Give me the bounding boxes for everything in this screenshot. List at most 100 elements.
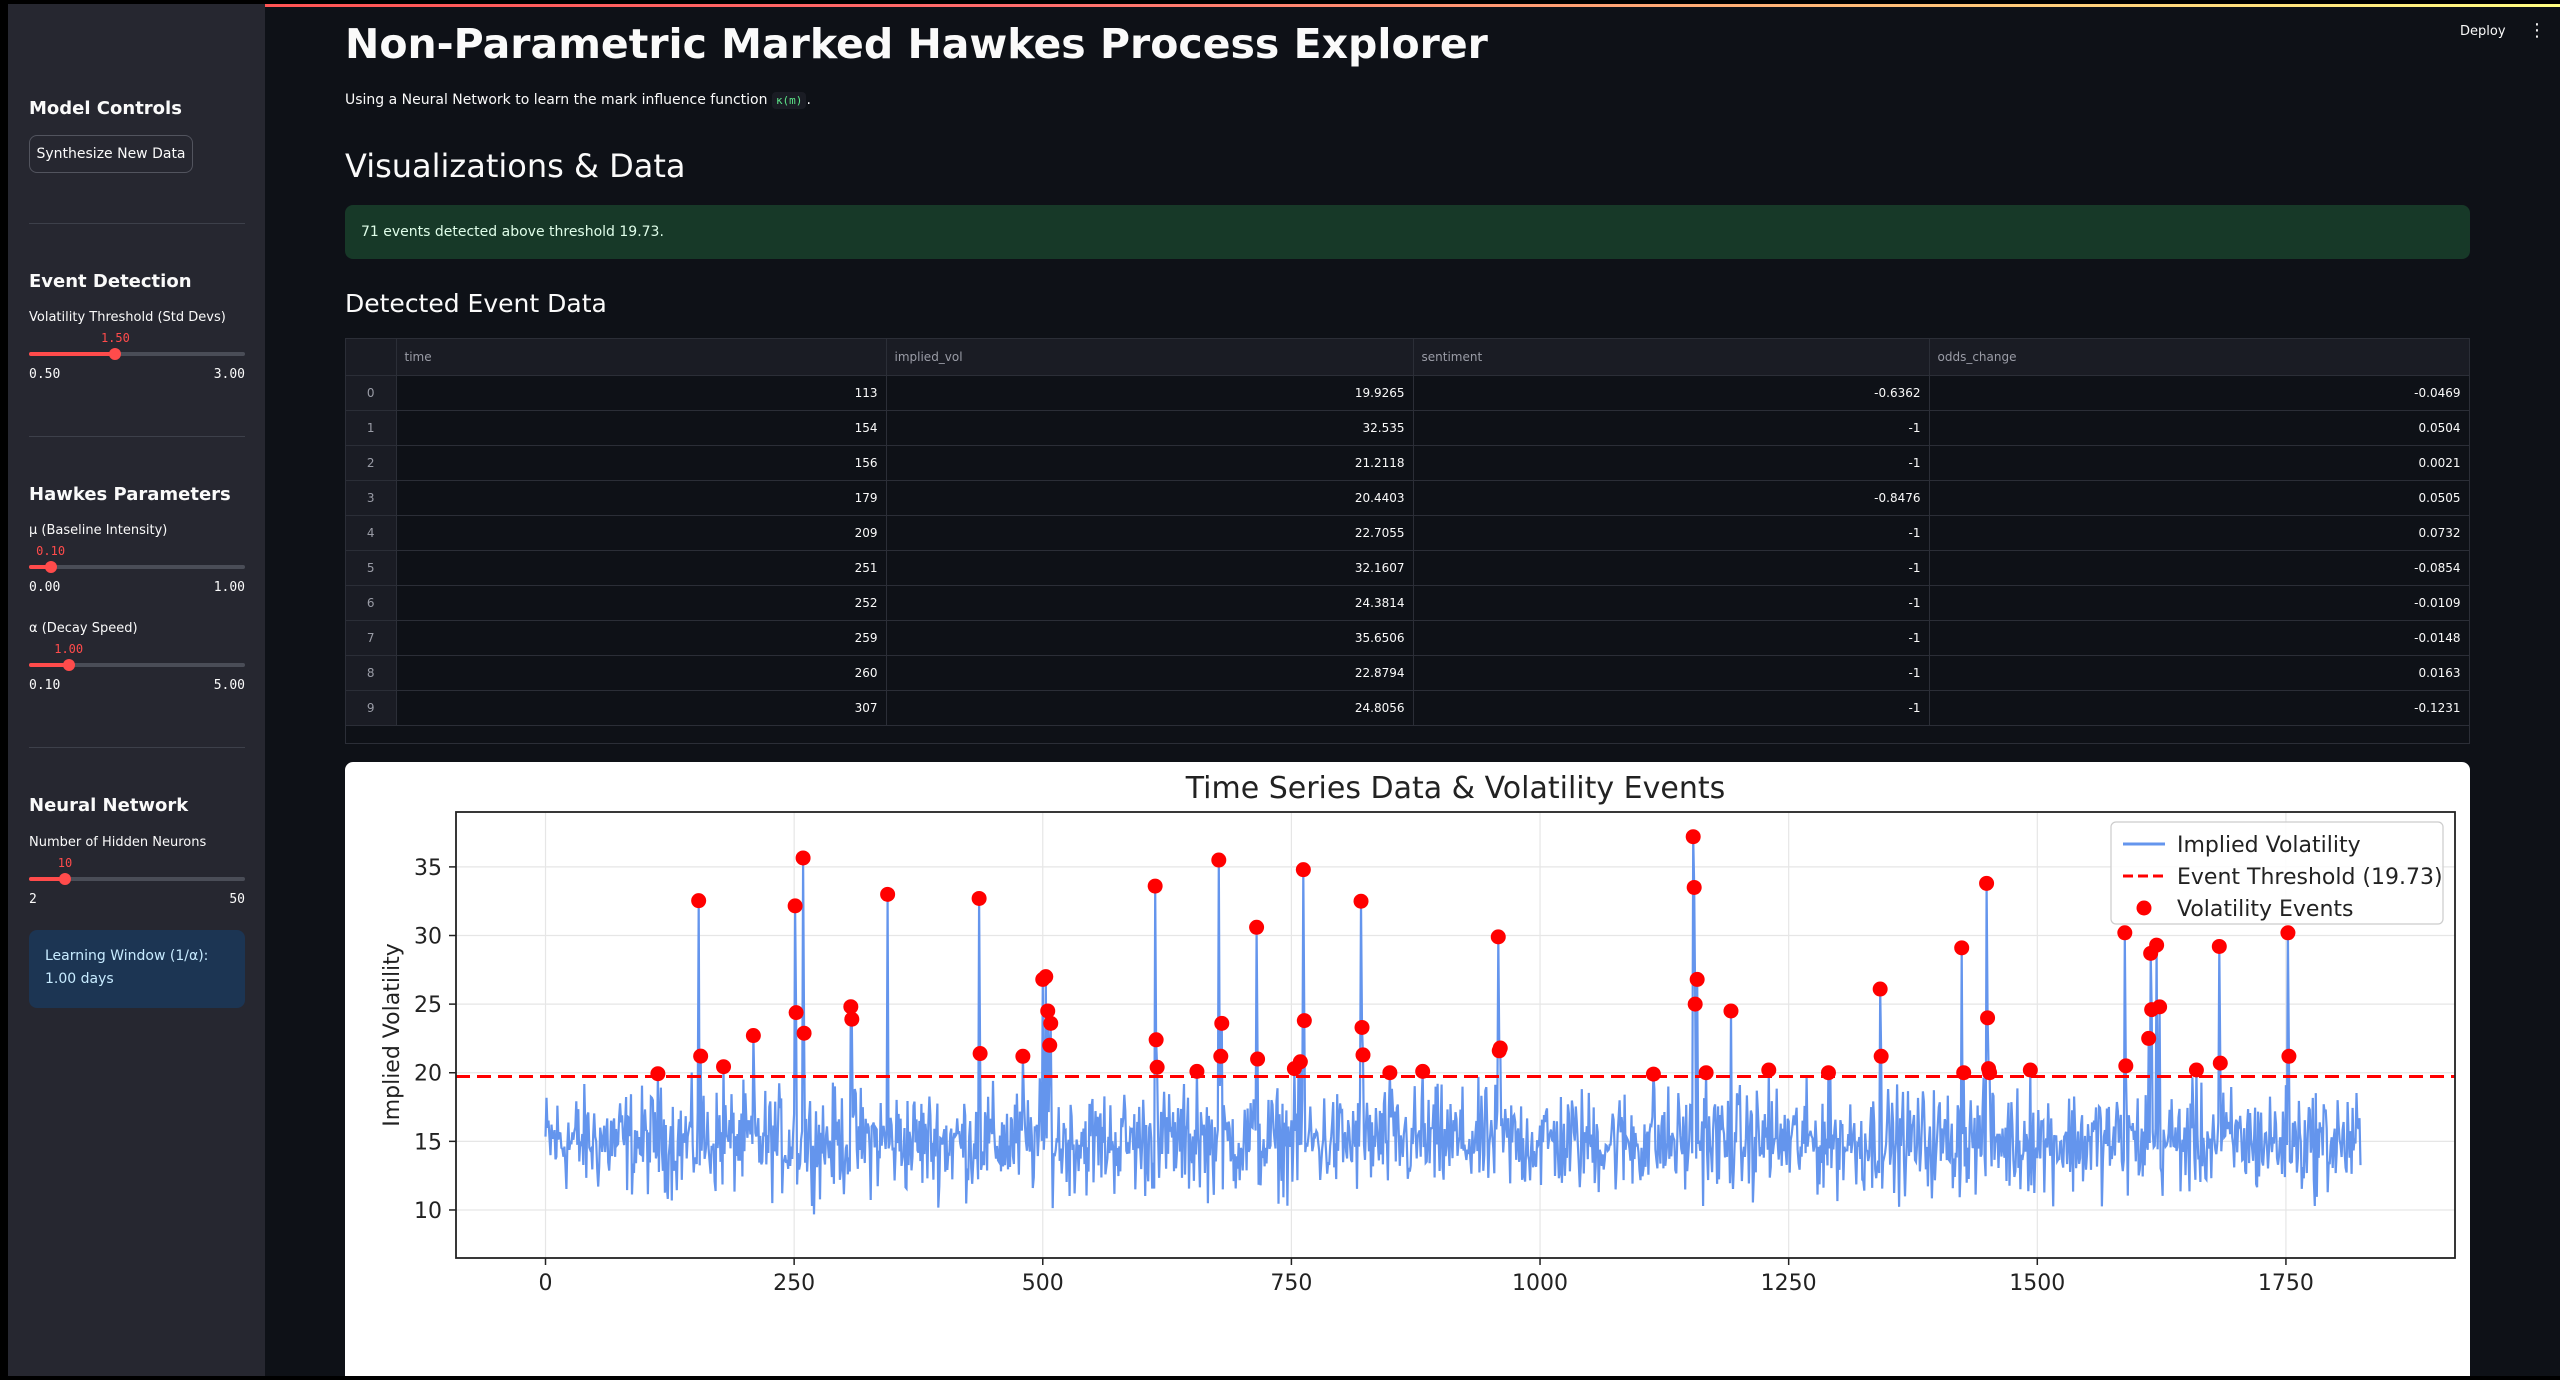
volatility-event-point xyxy=(2188,1062,2204,1078)
table-row[interactable]: 3 179 20.4403 -0.8476 0.0505 xyxy=(346,480,2469,516)
volatility-threshold-slider[interactable]: 1.50 0.50 3.00 xyxy=(29,331,245,382)
y-tick-label: 35 xyxy=(414,856,442,881)
x-tick-label: 750 xyxy=(1270,1271,1312,1296)
chart-title: Time Series Data & Volatility Events xyxy=(1185,771,1726,806)
volatility-event-point xyxy=(1295,862,1311,878)
y-tick-label: 25 xyxy=(414,993,442,1018)
table-cell: 21.2118 xyxy=(886,445,1414,481)
volatility-event-point xyxy=(1355,1047,1371,1063)
volatility-event-point xyxy=(795,850,811,866)
volatility-event-point xyxy=(1214,1015,1230,1031)
legend-point-swatch xyxy=(2136,900,2152,916)
table-cell: 22.7055 xyxy=(886,515,1414,551)
slider-value: 1.00 xyxy=(54,642,84,656)
volatility-event-point xyxy=(1211,852,1227,868)
table-row[interactable]: 9 307 24.8056 -1 -0.1231 xyxy=(346,690,2469,726)
time-series-chart: 0 250 500 750 1000 1250 1500 1750 10 15 20 25 30 35 Ti… xyxy=(345,762,2470,1376)
column-header[interactable]: implied_vol xyxy=(886,339,1414,376)
table-row[interactable]: 2 156 21.2118 -1 0.0021 xyxy=(346,445,2469,481)
volatility-event-point xyxy=(972,1046,988,1062)
slider-thumb[interactable] xyxy=(59,873,71,885)
info-line-1: Learning Window (1/α): xyxy=(45,948,209,964)
page-subtitle: Using a Neural Network to learn the mark… xyxy=(345,92,811,109)
row-index: 5 xyxy=(346,550,397,586)
table-cell: -0.6362 xyxy=(1413,375,1930,411)
volatility-event-point xyxy=(1250,1051,1266,1067)
subtitle-end: . xyxy=(806,92,811,108)
table-row[interactable]: 1 154 32.535 -1 0.0504 xyxy=(346,410,2469,446)
table-row[interactable]: 7 259 35.6506 -1 -0.0148 xyxy=(346,620,2469,656)
detected-event-heading: Detected Event Data xyxy=(345,289,607,318)
table-cell: -1 xyxy=(1413,585,1930,621)
table-cell: 156 xyxy=(396,445,887,481)
volatility-event-point xyxy=(1490,929,1506,945)
table-cell: 252 xyxy=(396,585,887,621)
implied-volatility-series xyxy=(544,836,2362,1215)
model-controls-heading: Model Controls xyxy=(29,98,182,119)
table-row[interactable]: 5 251 32.1607 -1 -0.0854 xyxy=(346,550,2469,586)
volatility-event-point xyxy=(1982,1065,1998,1081)
x-tick-label: 1250 xyxy=(1761,1271,1817,1296)
volatility-event-point xyxy=(2022,1062,2038,1078)
volatility-event-point xyxy=(1956,1065,1972,1081)
table-cell: 0.0504 xyxy=(1929,410,2469,446)
subtitle-text: Using a Neural Network to learn the mark… xyxy=(345,92,768,108)
volatility-event-point xyxy=(1038,969,1054,985)
table-row[interactable]: 0 113 19.9265 -0.6362 -0.0469 xyxy=(346,375,2469,411)
slider-value: 10 xyxy=(57,856,73,870)
slider-thumb[interactable] xyxy=(44,561,57,573)
volatility-event-point xyxy=(971,890,987,906)
slider-value: 0.10 xyxy=(36,544,66,558)
alpha-slider[interactable]: 1.00 0.10 5.00 xyxy=(29,642,245,693)
table-cell: -1 xyxy=(1413,445,1930,481)
slider-min: 2 xyxy=(29,892,37,907)
table-cell: -0.0469 xyxy=(1929,375,2469,411)
volatility-event-point xyxy=(2118,1058,2134,1074)
synthesize-new-data-button[interactable]: Synthesize New Data xyxy=(29,135,193,173)
slider-thumb[interactable] xyxy=(62,659,75,671)
deploy-button[interactable]: Deploy xyxy=(2460,24,2506,39)
table-cell: 35.6506 xyxy=(886,620,1414,656)
volatility-event-point xyxy=(1645,1066,1661,1082)
volatility-event-point xyxy=(1415,1063,1431,1079)
table-cell: -0.8476 xyxy=(1413,480,1930,516)
table-cell: 32.535 xyxy=(886,410,1414,446)
column-header[interactable]: sentiment xyxy=(1413,339,1930,376)
main-menu-icon[interactable]: ⋮ xyxy=(2528,20,2546,41)
volatility-event-point xyxy=(716,1059,732,1075)
row-index: 2 xyxy=(346,445,397,481)
volatility-event-point xyxy=(1687,996,1703,1012)
visualizations-heading: Visualizations & Data xyxy=(345,147,686,185)
mu-label: μ (Baseline Intensity) xyxy=(29,523,168,538)
table-row[interactable]: 8 260 22.8794 -1 0.0163 xyxy=(346,655,2469,691)
volatility-event-point xyxy=(1353,893,1369,909)
chart-svg: 0 250 500 750 1000 1250 1500 1750 10 15 20 25 30 35 Ti… xyxy=(380,771,2456,1296)
y-tick-label: 15 xyxy=(414,1130,442,1155)
volatility-event-point xyxy=(796,1025,812,1041)
mu-slider[interactable]: 0.10 0.00 1.00 xyxy=(29,544,245,595)
slider-value: 1.50 xyxy=(100,331,130,345)
volatility-event-point xyxy=(1685,829,1701,845)
volatility-event-point xyxy=(691,893,707,909)
column-header[interactable]: time xyxy=(396,339,887,376)
volatility-event-point xyxy=(1698,1065,1714,1081)
table-cell: -1 xyxy=(1413,655,1930,691)
volatility-event-point xyxy=(1189,1063,1205,1079)
event-detection-heading: Event Detection xyxy=(29,271,192,292)
table-row[interactable]: 4 209 22.7055 -1 0.0732 xyxy=(346,515,2469,551)
slider-thumb[interactable] xyxy=(109,348,122,360)
table-row[interactable]: 6 252 24.3814 -1 -0.0109 xyxy=(346,585,2469,621)
x-tick-label: 250 xyxy=(773,1271,815,1296)
x-tick-label: 0 xyxy=(539,1271,553,1296)
event-data-table[interactable]: time implied_vol sentiment odds_change 0… xyxy=(345,338,2470,744)
column-header[interactable]: odds_change xyxy=(1929,339,2469,376)
table-cell: 19.9265 xyxy=(886,375,1414,411)
x-tick-label: 1750 xyxy=(2258,1271,2314,1296)
alpha-label: α (Decay Speed) xyxy=(29,621,138,636)
hidden-neurons-slider[interactable]: 10 2 50 xyxy=(29,856,245,907)
row-index: 3 xyxy=(346,480,397,516)
table-cell: 0.0021 xyxy=(1929,445,2469,481)
table-cell: 113 xyxy=(396,375,887,411)
slider-max: 1.00 xyxy=(213,580,245,595)
table-cell: -0.0109 xyxy=(1929,585,2469,621)
